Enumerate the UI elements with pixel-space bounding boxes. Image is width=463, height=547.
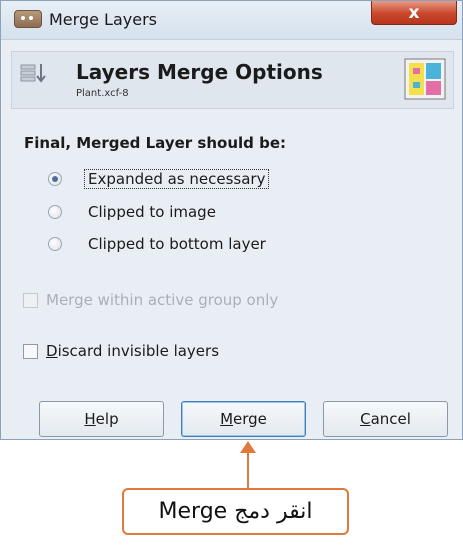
radio-label: Expanded as necessary [83,169,270,189]
instruction-callout: انقر دمج Merge [122,488,349,535]
radio-label: Clipped to image [88,203,216,221]
merge-layers-icon [20,64,46,83]
cancel-button[interactable]: Cancel [323,401,448,437]
window-title: Merge Layers [49,10,157,29]
radio-button[interactable] [48,237,62,251]
image-thumbnail-icon [404,58,446,100]
header-title: Layers Merge Options [76,60,323,84]
merge-layers-dialog: Merge Layers x Layers Merge Options Plan… [0,0,463,440]
discard-invisible-checkbox-row[interactable]: Discard invisible layers [23,339,219,363]
radio-expanded-as-necessary[interactable]: Expanded as necessary [48,167,270,191]
radio-clipped-to-bottom-layer[interactable]: Clipped to bottom layer [48,232,266,256]
checkbox-disabled [23,292,38,308]
help-button[interactable]: Help [39,401,164,437]
callout-arrow-line [247,452,249,488]
dialog-header: Layers Merge Options Plant.xcf-8 [11,51,454,109]
image-name: Plant.xcf-8 [76,88,129,99]
checkbox-label: Merge within active group only [46,291,279,309]
radio-button-selected[interactable] [48,172,62,186]
radio-button[interactable] [48,205,62,219]
merge-active-group-checkbox-row: Merge within active group only [23,288,278,312]
title-bar: Merge Layers x [1,1,462,40]
merged-layer-section-label: Final, Merged Layer should be: [24,134,287,152]
radio-clipped-to-image[interactable]: Clipped to image [48,200,216,224]
gimp-app-icon [14,10,42,28]
merge-button[interactable]: Merge [181,401,306,437]
discard-invisible-checkbox[interactable] [23,343,38,359]
radio-label: Clipped to bottom layer [88,235,266,253]
checkbox-label: Discard invisible layers [46,342,220,360]
close-button[interactable]: x [371,1,457,25]
